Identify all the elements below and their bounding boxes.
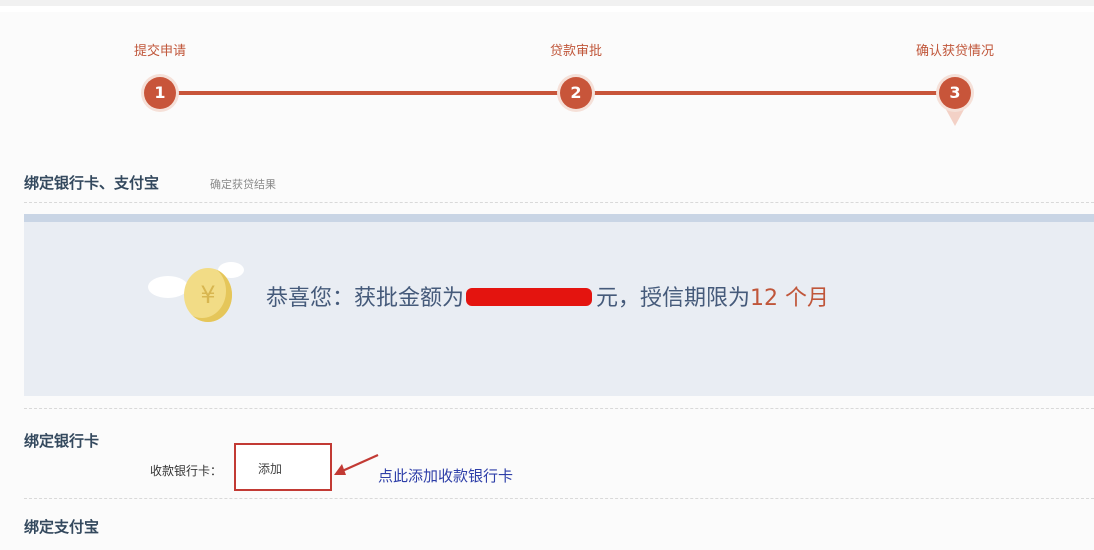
coin-wing-left-icon	[148, 276, 188, 298]
top-bar	[0, 0, 1094, 6]
section-subtitle: 确定获贷结果	[210, 178, 276, 191]
annotation-arrow-icon	[334, 453, 379, 475]
step-connector-1	[160, 91, 576, 95]
bank-card-heading: 绑定银行卡	[24, 432, 100, 450]
alipay-heading: 绑定支付宝	[24, 518, 100, 536]
approval-middle: 元，授信期限为	[596, 286, 751, 311]
flying-coin-icon: ¥	[184, 268, 232, 322]
approval-prefix: 恭喜您：获批金额为	[266, 286, 465, 311]
divider	[24, 498, 1094, 499]
add-card-hint: 点此添加收款银行卡	[378, 467, 514, 485]
amount-redaction	[466, 288, 593, 306]
step-circle-1: 1	[144, 77, 176, 109]
step-connector-2	[576, 91, 956, 95]
yuan-symbol-icon: ¥	[200, 281, 216, 309]
divider	[24, 408, 1094, 409]
receiving-card-label: 收款银行卡：	[150, 464, 223, 478]
add-bank-card-button[interactable]: 添加	[258, 460, 282, 477]
add-annotation-box	[234, 443, 332, 491]
divider	[24, 202, 1094, 203]
approval-message: 恭喜您：获批金额为 元，授信期限为12 个月	[266, 280, 829, 312]
step-label-submit: 提交申请	[133, 44, 187, 59]
step-label-confirm: 确认获贷情况	[915, 44, 995, 59]
section-title: 绑定银行卡、支付宝	[24, 174, 160, 192]
step-circle-3: 3	[939, 77, 971, 109]
step-circle-2: 2	[560, 77, 592, 109]
credit-term: 12 个月	[750, 286, 830, 311]
step-label-review: 贷款审批	[549, 44, 603, 59]
